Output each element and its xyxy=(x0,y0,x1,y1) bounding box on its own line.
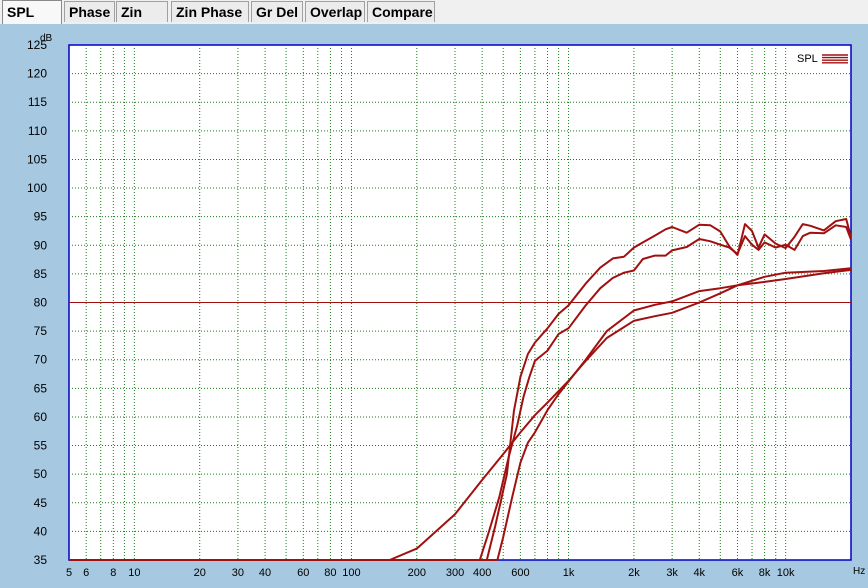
x-axis: 5 6 8 10 20 30 40 60 80 100 200 300 400 600 1k 2k 3k 4k 6k… xyxy=(66,567,795,579)
y-tick-label: 45 xyxy=(34,496,48,510)
tab-bar: SPL Phase Zin Zin Phase Gr Del Overlap C… xyxy=(0,0,868,25)
y-tick-label: 75 xyxy=(34,324,48,338)
x-tick-label: 100 xyxy=(342,567,360,579)
y-tick-label: 100 xyxy=(27,181,47,195)
x-tick-label: 200 xyxy=(408,567,426,579)
tab-overlap[interactable]: Overlap xyxy=(305,1,365,22)
x-axis-unit: Hz xyxy=(853,566,865,577)
x-tick-label: 10 xyxy=(128,567,140,579)
tab-phase[interactable]: Phase xyxy=(64,1,115,22)
x-tick-label: 4k xyxy=(693,567,705,579)
y-tick-label: 60 xyxy=(34,410,48,424)
x-tick-label: 80 xyxy=(324,567,336,579)
tab-zin[interactable]: Zin xyxy=(116,1,168,22)
y-tick-label: 70 xyxy=(34,353,48,367)
y-tick-label: 90 xyxy=(34,238,48,252)
x-tick-label: 2k xyxy=(628,567,640,579)
y-tick-label: 85 xyxy=(34,267,48,281)
y-tick-label: 80 xyxy=(34,296,48,310)
x-tick-label: 6k xyxy=(732,567,744,579)
y-tick-label: 40 xyxy=(34,524,48,538)
y-axis: 1251201151101051009590858075706560555045… xyxy=(27,38,47,567)
x-tick-label: 8 xyxy=(110,567,116,579)
x-tick-label: 20 xyxy=(194,567,206,579)
chart-panel: 125 120 115 110 105 100 95 90 85 80 75 70 65 60 55 50 45… xyxy=(0,24,868,588)
legend-label: SPL xyxy=(797,53,818,65)
x-tick-label: 5 xyxy=(66,567,72,579)
y-tick-label: 115 xyxy=(28,95,47,109)
x-tick-label: 40 xyxy=(259,567,271,579)
x-tick-label: 1k xyxy=(563,567,575,579)
x-tick-label: 3k xyxy=(666,567,678,579)
x-tick-label: 30 xyxy=(232,567,244,579)
x-tick-label: 8k xyxy=(759,567,771,579)
x-tick-label: 600 xyxy=(511,567,529,579)
x-tick-label: 6 xyxy=(83,567,89,579)
y-axis-unit: dB xyxy=(40,33,53,44)
tab-gr-del[interactable]: Gr Del xyxy=(251,1,303,22)
y-tick-label: 50 xyxy=(34,467,48,481)
y-tick-label: 35 xyxy=(34,553,48,567)
tab-spl[interactable]: SPL xyxy=(2,0,62,24)
x-tick-label: 300 xyxy=(446,567,464,579)
tab-zin-phase[interactable]: Zin Phase xyxy=(171,1,249,22)
y-tick-label: 65 xyxy=(34,381,48,395)
y-tick-label: 95 xyxy=(34,210,48,224)
x-tick-label: 400 xyxy=(473,567,491,579)
y-tick-label: 120 xyxy=(27,67,47,81)
y-tick-label: 55 xyxy=(34,439,48,453)
y-tick-label: 105 xyxy=(27,152,47,166)
x-tick-label: 60 xyxy=(297,567,309,579)
y-tick-label: 110 xyxy=(28,124,47,138)
x-tick-label: 10k xyxy=(777,567,795,579)
spl-chart: 1251201151101051009590858075706560555045… xyxy=(27,33,865,579)
tab-compare[interactable]: Compare xyxy=(367,1,435,22)
